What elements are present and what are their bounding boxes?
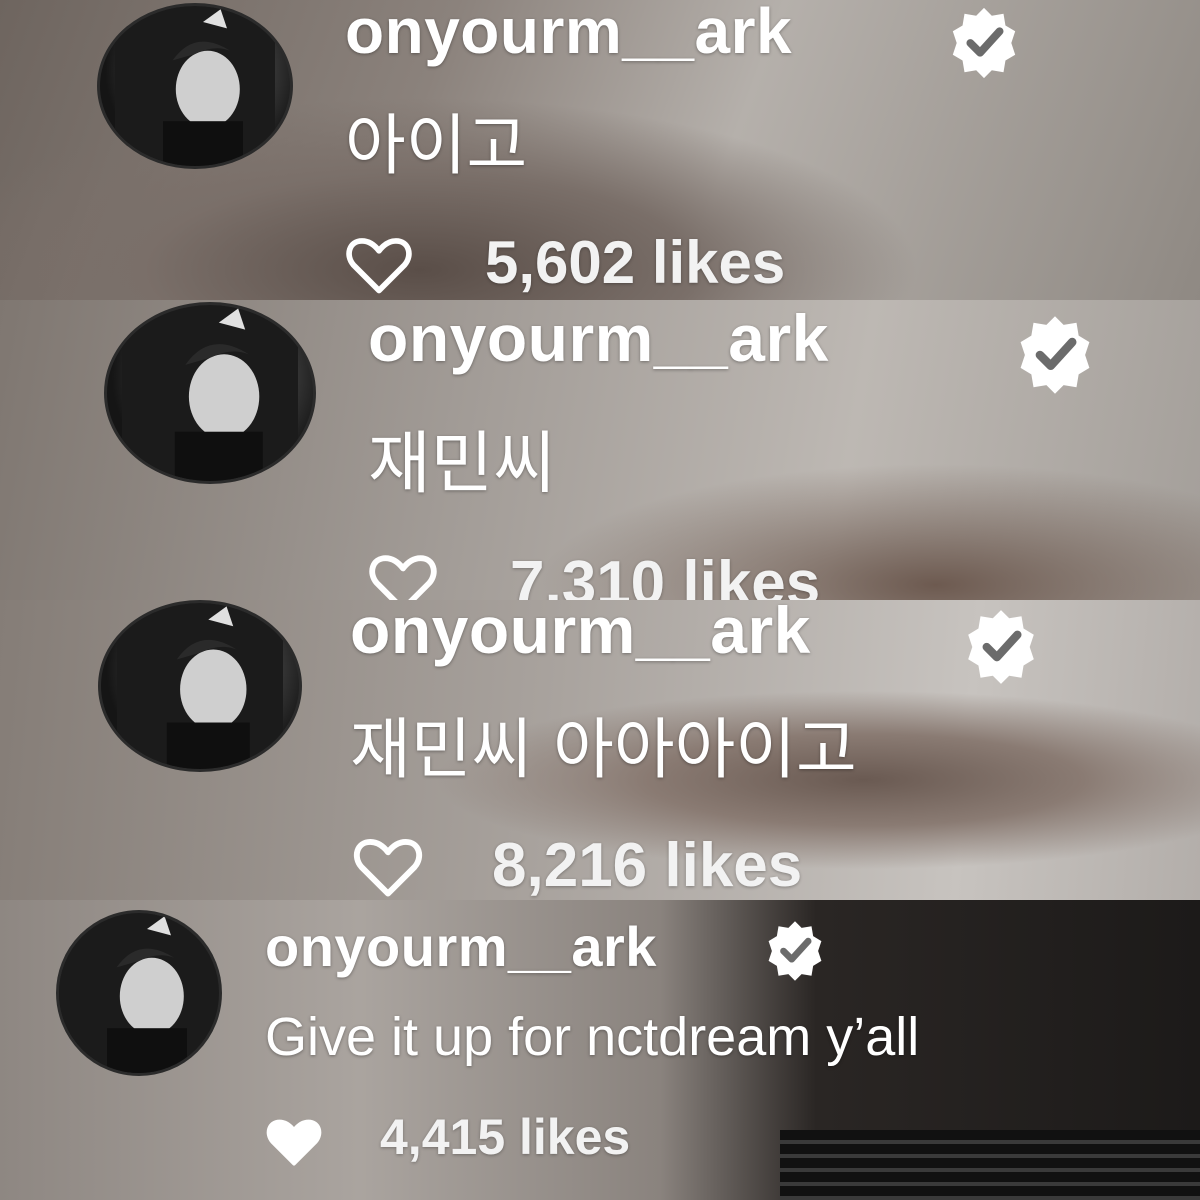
screenshot-collage: onyourm__ark 아이고 5,602 likes onyourm__ar… <box>0 0 1200 1200</box>
background-stripes <box>780 1130 1200 1200</box>
verified-badge-icon <box>1020 316 1090 394</box>
verified-badge-icon <box>768 921 822 981</box>
like-count[interactable]: 8,216 likes <box>492 830 802 900</box>
heart-icon[interactable] <box>265 1116 323 1168</box>
comment-text: 아이고 <box>345 107 528 184</box>
comment-panel-3: onyourm__ark 재민씨 아아아이고 8,216 likes <box>0 600 1200 900</box>
heart-icon[interactable] <box>352 836 424 898</box>
verified-badge-icon <box>968 610 1034 684</box>
like-count[interactable]: 7,310 likes <box>510 548 820 600</box>
verified-badge-icon <box>952 7 1016 79</box>
heart-icon[interactable] <box>368 552 438 600</box>
username[interactable]: onyourm__ark <box>265 914 657 979</box>
avatar[interactable] <box>98 600 302 772</box>
comment-panel-2: onyourm__ark 재민씨 7,310 likes <box>0 300 1200 600</box>
avatar[interactable] <box>97 3 293 169</box>
like-count[interactable]: 4,415 likes <box>380 1108 630 1166</box>
username[interactable]: onyourm__ark <box>368 300 829 376</box>
avatar[interactable] <box>56 910 222 1076</box>
like-count[interactable]: 5,602 likes <box>485 228 785 297</box>
profile-photo <box>117 603 283 769</box>
profile-photo <box>59 913 219 1073</box>
heart-icon[interactable] <box>345 235 413 295</box>
comment-panel-1: onyourm__ark 아이고 5,602 likes <box>0 0 1200 300</box>
profile-photo <box>115 6 275 166</box>
comment-text: Give it up for nctdream y’all <box>265 1007 920 1067</box>
comment-text: 재민씨 <box>368 425 556 504</box>
comment-panel-4: onyourm__ark Give it up for nctdream y’a… <box>0 900 1200 1200</box>
avatar[interactable] <box>104 302 316 484</box>
profile-photo <box>122 305 298 481</box>
username[interactable]: onyourm__ark <box>350 600 811 668</box>
username[interactable]: onyourm__ark <box>345 0 792 68</box>
comment-text: 재민씨 아아아이고 <box>350 711 857 788</box>
